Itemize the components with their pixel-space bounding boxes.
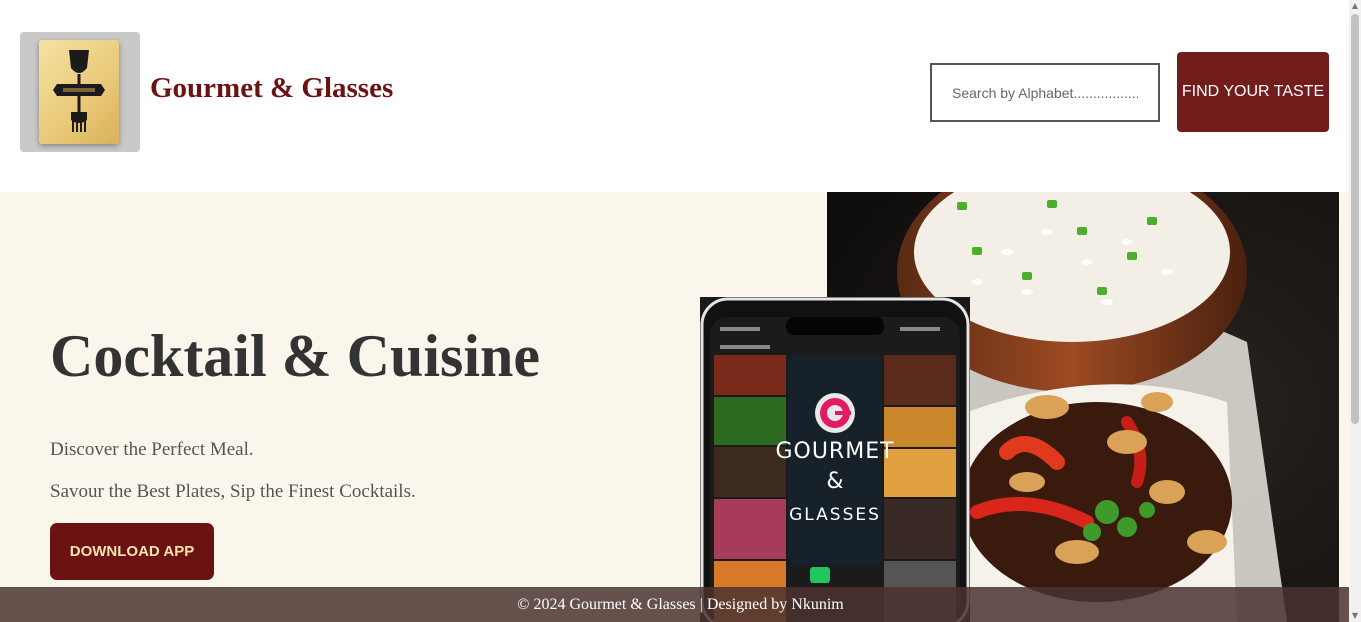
app-name-line3: GLASSES xyxy=(789,505,881,525)
hero-tagline-2: Savour the Best Plates, Sip the Finest C… xyxy=(50,481,416,502)
site-header: Gourmet & Glasses FIND YOUR TASTE xyxy=(0,0,1349,192)
page-scrollbar[interactable]: ▲ ▼ xyxy=(1349,0,1361,622)
brand-title[interactable]: Gourmet & Glasses xyxy=(150,72,393,105)
hero-title: Cocktail & Cuisine xyxy=(50,323,541,389)
logo[interactable] xyxy=(20,32,140,152)
download-app-button[interactable]: DOWNLOAD APP xyxy=(50,523,214,580)
scroll-down-arrow-icon[interactable]: ▼ xyxy=(1349,610,1361,622)
scroll-up-arrow-icon[interactable]: ▲ xyxy=(1349,0,1361,12)
scrollbar-thumb[interactable] xyxy=(1351,14,1359,424)
hero-tagline-1: Discover the Perfect Meal. xyxy=(50,439,254,460)
find-your-taste-button[interactable]: FIND YOUR TASTE xyxy=(1177,52,1329,132)
footer-copyright: © 2024 Gourmet & Glasses | Designed by N… xyxy=(517,596,844,613)
wine-glass-fork-logo-icon xyxy=(39,40,119,144)
site-footer: © 2024 Gourmet & Glasses | Designed by N… xyxy=(0,587,1349,622)
app-name-line1: GOURMET xyxy=(775,439,895,464)
app-phone-mockup: GOURMET & GLASSES xyxy=(700,297,970,622)
search-input[interactable] xyxy=(930,63,1160,122)
app-name-line2: & xyxy=(826,469,844,494)
hero-section: Cocktail & Cuisine Discover the Perfect … xyxy=(0,192,1349,622)
